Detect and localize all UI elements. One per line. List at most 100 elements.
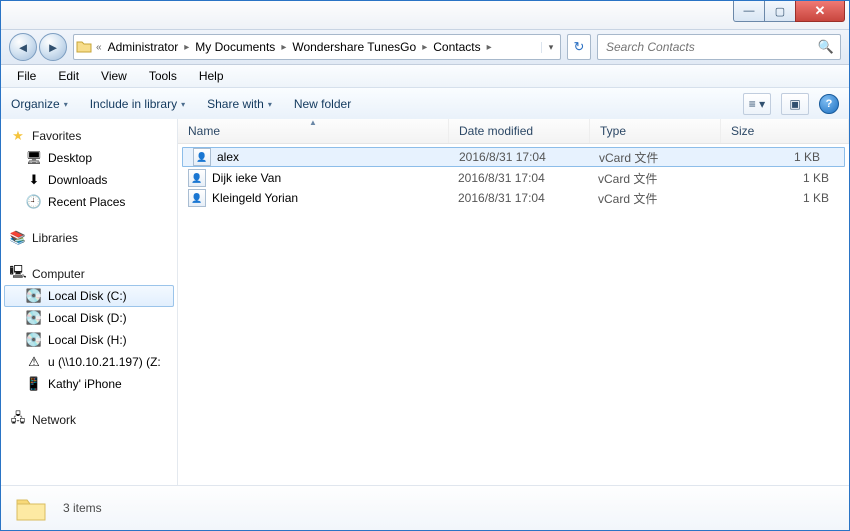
file-size: 1 KB bbox=[719, 150, 840, 164]
column-date[interactable]: Date modified bbox=[449, 119, 590, 143]
file-type: vCard 文件 bbox=[588, 190, 718, 207]
nav-item-label: Kathy' iPhone bbox=[48, 377, 122, 391]
column-headers: Name▲ Date modified Type Size bbox=[178, 119, 849, 144]
vcard-icon: 👤 bbox=[188, 169, 206, 187]
breadcrumb-segment[interactable]: Contacts bbox=[429, 40, 484, 54]
nav-item[interactable]: 🕘 Recent Places bbox=[4, 191, 174, 213]
breadcrumb-segment[interactable]: Administrator bbox=[104, 40, 183, 54]
menu-view[interactable]: View bbox=[91, 67, 137, 85]
breadcrumb: Administrator▸My Documents▸Wondershare T… bbox=[104, 35, 541, 59]
column-size[interactable]: Size bbox=[721, 119, 849, 143]
refresh-button[interactable]: ↻ bbox=[567, 34, 591, 60]
libraries-header[interactable]: 📚 Libraries bbox=[4, 227, 174, 249]
nav-item-icon: 💽 bbox=[26, 288, 42, 304]
menu-help[interactable]: Help bbox=[189, 67, 234, 85]
file-type: vCard 文件 bbox=[588, 170, 718, 187]
chevron-down-icon: ▾ bbox=[268, 100, 272, 109]
file-size: 1 KB bbox=[718, 171, 849, 185]
preview-pane-button[interactable]: ▣ bbox=[781, 93, 809, 115]
file-row[interactable]: 👤alex2016/8/31 17:04vCard 文件1 KB bbox=[182, 147, 845, 167]
libraries-label: Libraries bbox=[32, 231, 78, 245]
favorites-header[interactable]: ★ Favorites bbox=[4, 125, 174, 147]
nav-item[interactable]: 💽Local Disk (H:) bbox=[4, 329, 174, 351]
column-type[interactable]: Type bbox=[590, 119, 721, 143]
status-bar: 3 items bbox=[1, 485, 849, 530]
nav-item[interactable]: ⚠u (\\10.10.21.197) (Z: bbox=[4, 351, 174, 373]
breadcrumb-sep-icon: ▸ bbox=[485, 42, 494, 53]
titlebar-background-text bbox=[1, 3, 44, 23]
chevron-down-icon: ▾ bbox=[181, 100, 185, 109]
navigation-pane: ★ Favorites 🖥Desktop ⬇ Downloads 🕘 Recent Pl… bbox=[1, 119, 178, 486]
folder-icon bbox=[74, 39, 94, 56]
forward-button[interactable]: ► bbox=[39, 33, 67, 61]
address-bar[interactable]: « Administrator▸My Documents▸Wondershare… bbox=[73, 34, 561, 60]
breadcrumb-segment[interactable]: My Documents bbox=[191, 40, 279, 54]
help-button[interactable]: ? bbox=[819, 94, 839, 114]
star-icon: ★ bbox=[10, 128, 26, 144]
organize-button[interactable]: Organize▾ bbox=[11, 97, 68, 111]
breadcrumb-sep-icon: ▸ bbox=[420, 42, 429, 53]
nav-item[interactable]: ⬇ Downloads bbox=[4, 169, 174, 191]
nav-item[interactable]: 📱 Kathy' iPhone bbox=[4, 373, 174, 395]
file-date: 2016/8/31 17:04 bbox=[448, 191, 588, 205]
file-row[interactable]: 👤 Dijk ieke Van 2016/8/31 17:04vCard 文件1 K… bbox=[178, 168, 849, 188]
network-header[interactable]: 🖧 Network bbox=[4, 409, 174, 431]
file-name: alex bbox=[217, 150, 239, 164]
maximize-button[interactable]: ▢ bbox=[764, 1, 796, 22]
vcard-icon: 👤 bbox=[193, 148, 211, 166]
breadcrumb-prefix: « bbox=[94, 42, 104, 53]
minimize-button[interactable]: — bbox=[733, 1, 765, 22]
toolbar: Organize▾ Include in library▾ Share with… bbox=[1, 88, 849, 121]
nav-item-label: Desktop bbox=[48, 151, 92, 165]
nav-item-icon: ⬇ bbox=[26, 172, 42, 188]
menu-edit[interactable]: Edit bbox=[48, 67, 89, 85]
share-button[interactable]: Share with▾ bbox=[207, 97, 272, 111]
file-date: 2016/8/31 17:04 bbox=[448, 171, 588, 185]
column-name[interactable]: Name▲ bbox=[178, 119, 449, 143]
file-size: 1 KB bbox=[718, 191, 849, 205]
close-button[interactable]: ✕ bbox=[795, 1, 845, 22]
explorer-window: — ▢ ✕ ◄ ► « Administrator▸My Documents▸W… bbox=[0, 0, 850, 531]
network-icon: 🖧 bbox=[10, 412, 26, 428]
nav-item[interactable]: 💽 Local Disk (D:) bbox=[4, 307, 174, 329]
nav-item-icon: 🕘 bbox=[26, 194, 42, 210]
nav-item-label: Recent Places bbox=[48, 195, 125, 209]
file-name: Dijk ieke Van bbox=[212, 171, 281, 185]
breadcrumb-sep-icon: ▸ bbox=[182, 42, 191, 53]
address-dropdown[interactable]: ▾ bbox=[541, 42, 560, 53]
nav-item-icon: 📱 bbox=[26, 376, 42, 392]
title-bar: — ▢ ✕ bbox=[1, 1, 849, 30]
nav-item-label: Local Disk (C:) bbox=[48, 289, 127, 303]
network-label: Network bbox=[32, 413, 76, 427]
computer-header[interactable]: 🖳 Computer bbox=[4, 263, 174, 285]
libraries-icon: 📚 bbox=[10, 230, 26, 246]
folder-icon bbox=[15, 494, 47, 522]
file-row[interactable]: 👤Kleingeld Yorian2016/8/31 17:04vCard 文件… bbox=[178, 188, 849, 208]
nav-item[interactable]: 💽 Local Disk (C:) bbox=[4, 285, 174, 307]
new-folder-button[interactable]: New folder bbox=[294, 97, 351, 111]
nav-item-label: Downloads bbox=[48, 173, 107, 187]
view-mode-button[interactable]: ≡ ▾ bbox=[743, 93, 771, 115]
menu-tools[interactable]: Tools bbox=[139, 67, 187, 85]
sort-asc-icon: ▲ bbox=[309, 118, 317, 127]
search-icon: 🔍 bbox=[818, 39, 834, 55]
search-input[interactable] bbox=[604, 39, 818, 55]
menu-file[interactable]: File bbox=[7, 67, 46, 85]
favorites-group: ★ Favorites 🖥Desktop ⬇ Downloads 🕘 Recent Pl… bbox=[4, 125, 174, 213]
file-rows: 👤alex2016/8/31 17:04vCard 文件1 KB👤Dijk ie… bbox=[178, 144, 849, 486]
chevron-down-icon: ▾ bbox=[759, 97, 765, 111]
address-row: ◄ ► « Administrator▸My Documents▸Wonders… bbox=[1, 30, 849, 65]
computer-group: 🖳 Computer 💽Local Disk (C:)💽Local Disk (… bbox=[4, 263, 174, 395]
nav-item[interactable]: 🖥Desktop bbox=[4, 147, 174, 169]
file-date: 2016/8/31 17:04 bbox=[449, 150, 589, 164]
include-library-button[interactable]: Include in library▾ bbox=[90, 97, 185, 111]
nav-item-icon: 💽 bbox=[26, 310, 42, 326]
breadcrumb-segment[interactable]: Wondershare TunesGo bbox=[288, 40, 420, 54]
nav-item-label: Local Disk (D:) bbox=[48, 311, 127, 325]
network-group: 🖧 Network bbox=[4, 409, 174, 431]
file-name: Kleingeld Yorian bbox=[212, 191, 298, 205]
computer-icon: 🖳 bbox=[10, 266, 26, 282]
search-box[interactable]: 🔍 bbox=[597, 34, 841, 60]
back-button[interactable]: ◄ bbox=[9, 33, 37, 61]
nav-item-icon: 💽 bbox=[26, 332, 42, 348]
